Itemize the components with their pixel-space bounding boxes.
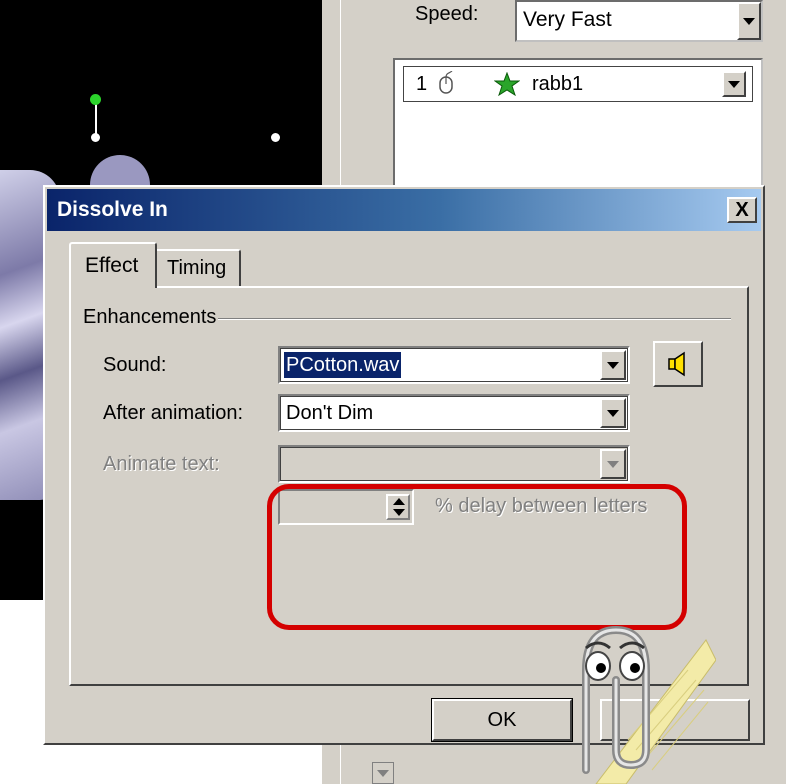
- animation-item-dropdown-button[interactable]: [722, 71, 746, 97]
- tab-effect[interactable]: Effect: [69, 242, 157, 288]
- dialog-title: Dissolve In: [57, 198, 168, 221]
- animate-text-dropdown-button[interactable]: [600, 449, 626, 479]
- speed-value: Very Fast: [523, 8, 612, 31]
- star-icon: [494, 72, 520, 96]
- chevron-down-icon: [607, 409, 619, 417]
- office-assistant-icon: [582, 625, 716, 784]
- selection-handle-right[interactable]: [271, 133, 280, 142]
- speaker-icon: [668, 351, 685, 377]
- sound-dropdown-button[interactable]: [600, 350, 626, 380]
- sound-select[interactable]: PCotton.wav: [278, 346, 630, 384]
- speed-label: Speed:: [415, 3, 479, 25]
- animation-order: 1: [416, 73, 428, 95]
- close-button[interactable]: X: [727, 197, 757, 223]
- animation-name: rabb1: [532, 73, 584, 95]
- chevron-down-icon: [743, 17, 755, 25]
- tab-timing[interactable]: Timing: [157, 249, 241, 286]
- close-icon: X: [735, 199, 749, 221]
- rotation-handle[interactable]: [90, 94, 101, 105]
- sound-value: PCotton.wav: [282, 351, 403, 379]
- animate-text-label: Animate text:: [103, 453, 220, 475]
- speed-dropdown-button[interactable]: [737, 2, 761, 40]
- rotation-handle-stem: [95, 103, 97, 135]
- animation-list-item[interactable]: 1 rabb1: [403, 66, 753, 102]
- tab-timing-label: Timing: [167, 257, 227, 279]
- after-animation-select[interactable]: Don't Dim: [278, 394, 630, 432]
- mouse-icon: [439, 71, 453, 94]
- tab-effect-label: Effect: [85, 254, 139, 277]
- chevron-down-icon: [728, 80, 740, 88]
- dialog-titlebar[interactable]: Dissolve In X: [47, 189, 761, 231]
- animate-text-select[interactable]: [278, 445, 630, 483]
- sound-label: Sound:: [103, 354, 167, 376]
- after-animation-dropdown-button[interactable]: [600, 398, 626, 428]
- pane-scroll-down-button[interactable]: [372, 762, 394, 784]
- enhancements-group-label: Enhancements: [83, 306, 219, 329]
- chevron-down-icon: [607, 361, 619, 369]
- chevron-down-icon: [607, 460, 619, 468]
- after-animation-label: After animation:: [103, 402, 244, 424]
- sound-settings-button[interactable]: [653, 341, 703, 387]
- selection-handle-left[interactable]: [91, 133, 100, 142]
- ok-button-label: OK: [487, 708, 517, 731]
- chevron-down-icon: [377, 769, 389, 777]
- ok-button[interactable]: OK: [431, 698, 573, 742]
- speed-select[interactable]: Very Fast: [515, 0, 763, 42]
- after-animation-value: Don't Dim: [286, 402, 374, 424]
